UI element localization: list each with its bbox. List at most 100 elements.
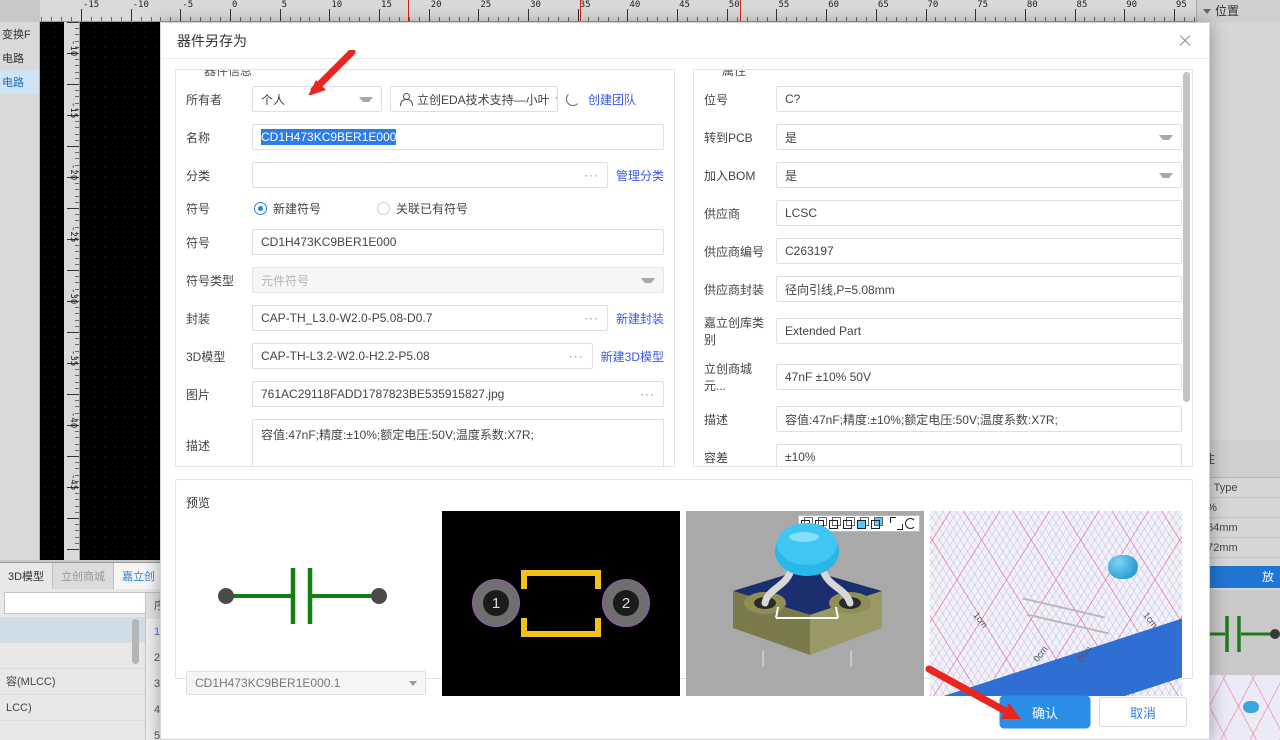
attribute-input[interactable]: ±10%	[776, 444, 1182, 466]
attribute-input[interactable]: C263197	[776, 238, 1182, 264]
tab-lcsc-mall[interactable]: 立创商城	[53, 563, 115, 589]
ruler-tick	[67, 22, 79, 23]
ruler-tick	[75, 139, 79, 141]
attribute-value: 是	[785, 130, 798, 145]
left-strip-item[interactable]: 变换F	[0, 22, 39, 46]
ruler-tick	[75, 251, 79, 253]
attribute-value: 是	[785, 168, 798, 183]
attributes-scrollbar[interactable]	[1183, 72, 1190, 402]
radio-new-symbol-label: 新建符号	[273, 202, 322, 216]
attribute-row: 供应商编号 C263197	[704, 238, 1182, 264]
ruler-tick	[140, 17, 142, 21]
confirm-button[interactable]: 确认	[1001, 697, 1089, 727]
left-tool-strip[interactable]: 变换F 电路 电路	[0, 22, 40, 560]
attribute-input[interactable]: C?	[776, 86, 1182, 112]
vertical-ruler[interactable]: -10 -15 -20 -25 -30 -35 -40 -45	[64, 22, 80, 560]
symbol-preview-canvas[interactable]	[186, 511, 431, 661]
label-category: 分类	[186, 168, 211, 183]
footprint-preview-canvas[interactable]: 1 2	[442, 511, 680, 696]
attribute-input[interactable]: LCSC	[776, 200, 1182, 226]
horizontal-ruler[interactable]: -15 -10 -5 0 5 10 15 20 25 30 35 40 45 50 55 60 65 70 75 80…	[40, 0, 1280, 22]
attribute-input[interactable]: 容值:47nF;精度:±10%;额定电压:50V;温度系数:X7R;	[776, 406, 1182, 432]
ruler-tick	[1154, 17, 1156, 21]
ruler-tick	[706, 17, 708, 21]
product-photo-preview[interactable]: 1cm 0cm 0cm 1cm	[930, 511, 1182, 696]
attribute-input[interactable]: 47nF ±10% 50V	[776, 364, 1182, 390]
more-options-icon[interactable]: ···	[563, 349, 584, 363]
attribute-input[interactable]: 径向引线,P=5.08mm	[776, 276, 1182, 302]
row-image: 图片 761AC29118FADD1787823BE535915827.jpg …	[186, 381, 664, 407]
tab-jlc[interactable]: 嘉立创	[114, 563, 165, 589]
new-footprint-link[interactable]: 新建封装	[616, 310, 664, 327]
left-strip-item-selected[interactable]: 电路	[0, 70, 39, 94]
symbol-type-value: 元件符号	[261, 273, 310, 288]
radio-link-existing-label: 关联已有符号	[396, 202, 469, 216]
image-input[interactable]: 761AC29118FADD1787823BE535915827.jpg ···	[252, 381, 664, 407]
more-options-icon[interactable]: ···	[634, 387, 655, 401]
right-panel-header[interactable]: 位置	[1197, 0, 1280, 22]
owner-team-select[interactable]: 立创EDA技术支持—小叶	[390, 86, 558, 112]
ruler-tick	[965, 17, 967, 21]
ruler-label: -10	[132, 0, 149, 10]
attribute-input[interactable]: Extended Part	[776, 318, 1182, 344]
ruler-label: 50	[728, 0, 740, 10]
ruler-tick	[75, 152, 79, 154]
attribute-row: 描述 容值:47nF;精度:±10%;额定电压:50V;温度系数:X7R;	[704, 406, 1182, 432]
ruler-tick	[796, 17, 798, 21]
panel-list-scrollbar[interactable]	[132, 619, 139, 664]
attribute-row: 转到PCB 是	[704, 124, 1182, 150]
more-options-icon[interactable]: ···	[578, 311, 599, 325]
ruler-tick	[1034, 17, 1036, 21]
name-input[interactable]: CD1H473KC9BER1E000	[252, 124, 664, 150]
ruler-label: 95	[1175, 0, 1187, 10]
footprint-input[interactable]: CAP-TH_L3.0-W2.0-P5.08-D0.7 ···	[252, 305, 608, 331]
row-symbol: 符号 CD1H473KC9BER1E000	[186, 229, 664, 255]
ruler-label: 45	[679, 0, 690, 10]
capacitor-photo-body	[1243, 701, 1259, 713]
cancel-button[interactable]: 取消	[1099, 697, 1187, 727]
attribute-input[interactable]: 是	[776, 124, 1182, 150]
row-symbol-mode: 符号 新建符号 关联已有符号	[186, 200, 664, 217]
row-footprint: 封装 CAP-TH_L3.0-W2.0-P5.08-D0.7 ··· 新建封装	[186, 305, 664, 331]
close-icon[interactable]	[1173, 29, 1197, 53]
product-photo-cell: 1cm 0cm 0cm 1cm	[930, 511, 1182, 696]
model3d-input[interactable]: CAP-TH-L3.2-W2.0-H2.2-P5.08 ···	[252, 343, 593, 369]
ruler-tick	[75, 375, 79, 377]
refresh-icon[interactable]	[566, 92, 580, 106]
label-symbol: 符号	[186, 235, 211, 250]
new-3d-model-link[interactable]: 新建3D模型	[601, 348, 664, 365]
ruler-tick	[865, 17, 867, 21]
owner-scope-select[interactable]: 个人	[252, 86, 382, 112]
symbol-input[interactable]: CD1H473KC9BER1E000	[252, 229, 664, 255]
ruler-label: -5	[182, 0, 194, 10]
description-textarea[interactable]: 容值:47nF;精度:±10%;额定电压:50V;温度系数:X7R;	[252, 419, 664, 466]
footprint-value: CAP-TH_L3.0-W2.0-P5.08-D0.7	[261, 311, 433, 325]
ruler-label: 60	[828, 0, 839, 10]
ruler-tick	[75, 319, 79, 321]
ruler-tick	[75, 400, 79, 402]
capacitor-symbol-icon	[218, 568, 387, 624]
category-input[interactable]: ···	[252, 162, 608, 188]
ruler-tick	[130, 9, 132, 21]
create-team-link[interactable]: 创建团队	[588, 91, 636, 108]
attribute-input[interactable]: 是	[776, 162, 1182, 188]
ruler-tick	[75, 325, 79, 327]
label-3d-model: 3D模型	[186, 349, 226, 364]
model3d-preview-canvas[interactable]	[686, 511, 924, 696]
left-strip-item[interactable]: 电路	[0, 46, 39, 70]
radio-new-symbol[interactable]: 新建符号	[254, 200, 321, 217]
ruler-tick	[75, 313, 79, 315]
attribute-label: 容差	[704, 450, 729, 465]
ruler-tick	[1134, 17, 1136, 21]
radio-link-existing-symbol[interactable]: 关联已有符号	[377, 200, 468, 217]
ruler-tick	[388, 17, 390, 21]
ruler-label: 20	[430, 0, 442, 10]
ruler-tick	[110, 17, 112, 21]
ruler-tick	[75, 96, 79, 98]
manage-category-link[interactable]: 管理分类	[616, 167, 664, 184]
schematic-canvas[interactable]	[40, 22, 160, 560]
attributes-legend: 属性	[716, 70, 753, 79]
ruler-tick	[67, 270, 79, 271]
tab-3d-model[interactable]: 3D模型	[0, 563, 54, 589]
more-options-icon[interactable]: ···	[578, 168, 599, 182]
